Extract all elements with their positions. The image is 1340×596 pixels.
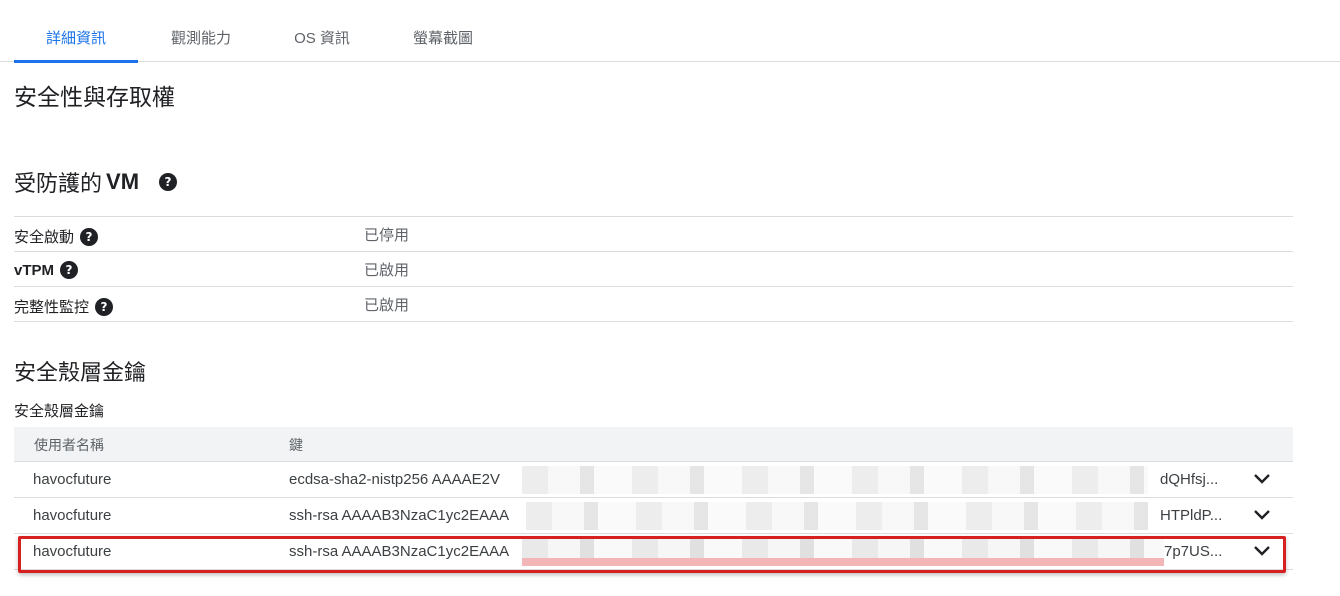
chevron-down-icon[interactable]: [1253, 544, 1271, 558]
kv-key-label: 安全啟動: [14, 229, 75, 246]
kv-key-label: vTPM: [14, 261, 55, 279]
help-circle-icon[interactable]: ?: [60, 261, 79, 279]
help-circle-icon[interactable]: ?: [159, 173, 178, 191]
key-cell-end: HTPldP...: [1160, 507, 1223, 524]
table-header: 使用者名稱 鍵: [14, 427, 1293, 462]
ssh-keys-subtitle: 安全殼層金鑰: [14, 403, 105, 420]
redacted-key-blur: [522, 538, 1164, 566]
help-circle-icon[interactable]: ?: [95, 297, 114, 316]
key-cell-end: 7p7US...: [1164, 543, 1223, 560]
ssh-keys-table: 使用者名稱 鍵 havocfuture ecdsa-sha2-nistp256 …: [14, 427, 1293, 570]
tab-screenshot[interactable]: 螢幕截圖: [392, 0, 494, 62]
key-cell-end: dQHfsj...: [1160, 471, 1219, 488]
tab-bar: 詳細資訊 觀測能力 OS 資訊 螢幕截圖: [0, 0, 1340, 63]
shielded-vm-title: 受防護的 VM ?: [14, 166, 178, 198]
key-cell-start: ssh-rsa AAAAB3NzaC1yc2EAAA: [289, 507, 510, 524]
kv-key: vTPM ?: [14, 261, 79, 279]
table-row-highlighted[interactable]: havocfuture ssh-rsa AAAAB3NzaC1yc2EAAA 7…: [14, 534, 1293, 570]
chevron-down-icon[interactable]: [1253, 508, 1271, 522]
kv-value: 已停用: [364, 227, 410, 244]
shielded-vm-title-bold: VM: [106, 169, 140, 194]
redacted-key-blur: [522, 466, 1148, 494]
column-header-username: 使用者名稱: [34, 437, 104, 453]
kv-value: 已啟用: [364, 262, 410, 279]
kv-value: 已啟用: [364, 297, 410, 314]
username-cell: havocfuture: [33, 543, 112, 560]
table-row[interactable]: havocfuture ssh-rsa AAAAB3NzaC1yc2EAAA H…: [14, 498, 1293, 534]
table-row[interactable]: havocfuture ecdsa-sha2-nistp256 AAAAE2V …: [14, 462, 1293, 498]
ssh-keys-title: 安全殼層金鑰: [14, 360, 147, 385]
key-cell-start: ssh-rsa AAAAB3NzaC1yc2EAAA: [289, 543, 510, 560]
kv-row-integrity-monitoring: 完整性監控 ? 已啟用: [14, 287, 1293, 322]
redacted-key-blur: [526, 502, 1148, 530]
tab-observability[interactable]: 觀測能力: [150, 0, 252, 62]
help-circle-icon[interactable]: ?: [80, 227, 99, 246]
kv-key: 安全啟動 ?: [14, 226, 99, 247]
column-header-key: 鍵: [289, 437, 303, 453]
shielded-vm-title-prefix: 受防護的: [14, 171, 103, 196]
kv-row-secure-boot: 安全啟動 ? 已停用: [14, 217, 1293, 252]
kv-row-vtpm: vTPM ? 已啟用: [14, 252, 1293, 287]
tab-os-info[interactable]: OS 資訊: [272, 0, 372, 62]
chevron-down-icon[interactable]: [1253, 472, 1271, 486]
tab-details[interactable]: 詳細資訊: [14, 0, 138, 63]
section-title-security: 安全性與存取權: [14, 84, 175, 110]
username-cell: havocfuture: [33, 507, 112, 524]
kv-key-label: 完整性監控: [14, 299, 90, 316]
kv-key: 完整性監控 ?: [14, 296, 114, 317]
username-cell: havocfuture: [33, 471, 112, 488]
shielded-vm-table: 安全啟動 ? 已停用 vTPM ? 已啟用 完整性監控 ? 已啟用: [14, 216, 1293, 322]
key-cell-start: ecdsa-sha2-nistp256 AAAAE2V: [289, 471, 500, 488]
